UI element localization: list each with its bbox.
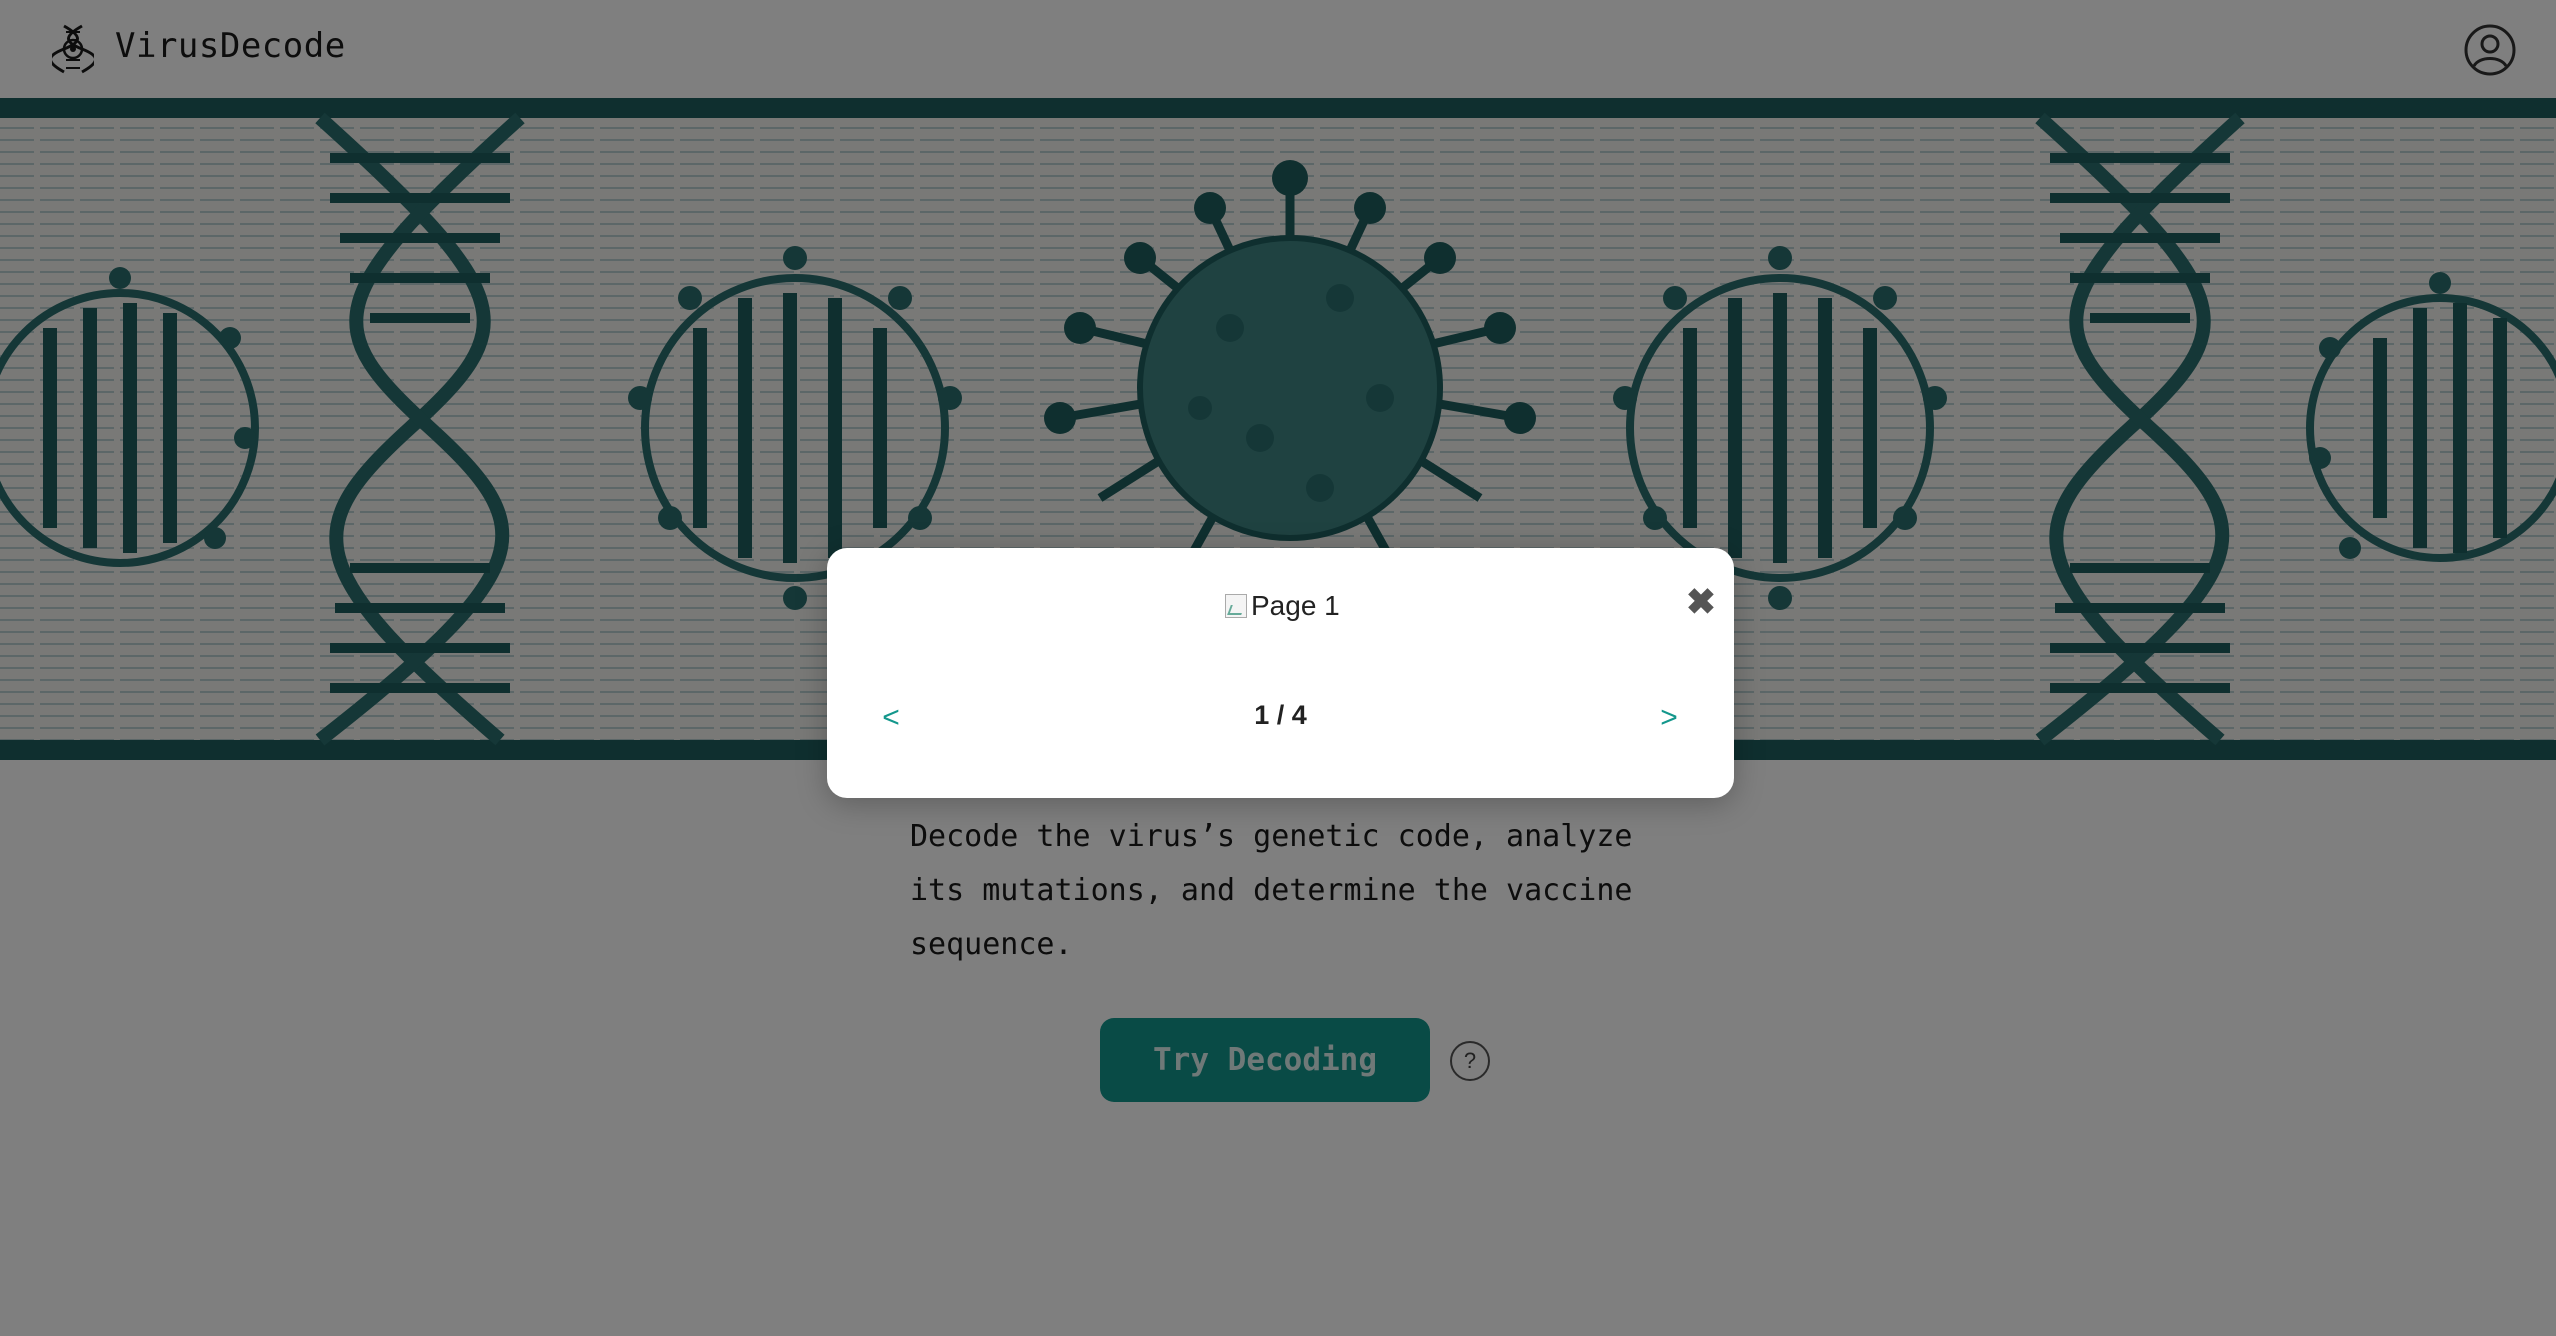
page-counter: 1 / 4 (1254, 700, 1307, 730)
image-alt-text: Page 1 (1251, 590, 1340, 621)
close-modal-button[interactable]: ✖ (1683, 584, 1719, 620)
tutorial-page-image: Page 1 (1225, 586, 1340, 626)
next-page-button[interactable]: > (1649, 698, 1689, 738)
tutorial-modal: Page 1 ✖ < 1 / 4 > (827, 548, 1734, 798)
broken-image-icon (1225, 594, 1247, 618)
